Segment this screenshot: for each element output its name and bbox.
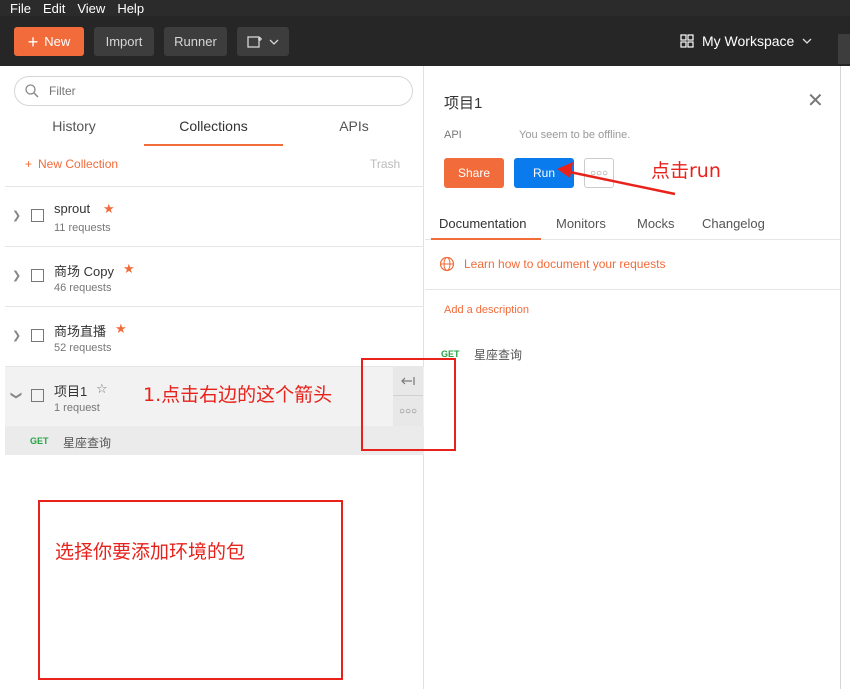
offline-status: You seem to be offline. xyxy=(519,129,631,141)
tab-documentation[interactable]: Documentation xyxy=(439,216,526,231)
divider xyxy=(425,289,840,290)
workspace-label: My Workspace xyxy=(702,33,795,49)
request-method: GET xyxy=(30,436,49,446)
plus-icon: + xyxy=(27,31,39,52)
new-collection-link[interactable]: + New Collection xyxy=(25,157,118,171)
request-name: 星座查询 xyxy=(63,436,112,450)
window-plus-icon xyxy=(247,35,262,48)
star-icon[interactable]: ★ xyxy=(103,201,115,217)
collection-name: sprout xyxy=(54,201,91,216)
search-input[interactable] xyxy=(49,84,349,98)
add-description-link[interactable]: Add a description xyxy=(444,304,529,316)
toolbar-overflow xyxy=(838,34,850,64)
tab-apis[interactable]: APIs xyxy=(305,118,403,146)
menu-file[interactable]: File xyxy=(10,1,31,16)
star-icon[interactable]: ★ xyxy=(115,321,127,337)
new-button[interactable]: + New xyxy=(14,27,84,56)
collection-count: 11 requests xyxy=(54,222,111,234)
grid-icon xyxy=(680,34,694,48)
folder-icon xyxy=(31,329,44,342)
panel-tabs: Documentation Monitors Mocks Changelog xyxy=(425,210,840,240)
folder-icon xyxy=(31,209,44,222)
sidebar-tabs: History Collections APIs xyxy=(5,118,424,146)
collection-item[interactable]: ❯ 商场 Copy ★ 46 requests xyxy=(5,246,424,306)
menu-bar: File Edit View Help xyxy=(0,0,850,16)
learn-docs-link[interactable]: Learn how to document your requests xyxy=(439,256,665,272)
chevron-right-icon[interactable]: ❯ xyxy=(12,209,21,222)
chevron-right-icon[interactable]: ❯ xyxy=(12,269,21,282)
plus-icon: + xyxy=(25,157,33,171)
annotation-click-arrow: 1.点击右边的这个箭头 xyxy=(143,384,333,406)
new-window-button[interactable] xyxy=(237,27,289,56)
star-outline-icon[interactable]: ☆ xyxy=(96,381,108,397)
window-edge xyxy=(840,66,850,689)
active-tab-indicator xyxy=(431,238,541,240)
collection-count: 52 requests xyxy=(54,342,112,354)
collection-name: 项目1 xyxy=(54,384,88,399)
collection-name: 商场直播 xyxy=(54,324,107,339)
collection-name: 商场 Copy xyxy=(54,264,114,279)
chevron-right-icon[interactable]: ❯ xyxy=(12,329,21,342)
share-button[interactable]: Share xyxy=(444,158,504,188)
import-button[interactable]: Import xyxy=(94,27,154,56)
learn-docs-label: Learn how to document your requests xyxy=(464,257,666,271)
tab-history[interactable]: History xyxy=(25,118,123,146)
tab-monitors[interactable]: Monitors xyxy=(556,216,606,231)
collection-count: 1 request xyxy=(54,402,100,414)
folder-icon xyxy=(31,389,44,402)
tab-collections[interactable]: Collections xyxy=(144,118,283,146)
search-box[interactable] xyxy=(14,76,413,106)
menu-help[interactable]: Help xyxy=(117,1,144,16)
panel-title: 项目1 xyxy=(444,95,483,112)
collection-item[interactable]: ❯ 商场直播 ★ 52 requests xyxy=(5,306,424,366)
api-label: API xyxy=(444,129,462,141)
annotation-arrow-icon xyxy=(557,162,676,196)
annotation-box-arrow xyxy=(361,358,456,451)
menu-edit[interactable]: Edit xyxy=(43,1,65,16)
collection-item[interactable]: ❯ sprout ★ 11 requests xyxy=(5,186,424,246)
chevron-down-icon xyxy=(802,38,812,44)
chevron-down-icon xyxy=(269,39,279,45)
annotation-choose-package: 选择你要添加环境的包 xyxy=(55,541,246,563)
folder-icon xyxy=(31,269,44,282)
globe-icon xyxy=(439,256,455,272)
new-collection-label: New Collection xyxy=(38,157,119,171)
star-icon[interactable]: ★ xyxy=(123,261,135,277)
menu-view[interactable]: View xyxy=(77,1,105,16)
annotation-box-package xyxy=(38,500,343,680)
request-name[interactable]: 星座查询 xyxy=(474,346,522,363)
chevron-down-icon[interactable]: ❯ xyxy=(10,391,23,400)
workspace-selector[interactable]: My Workspace xyxy=(680,32,812,50)
header-toolbar: + New Import Runner My Workspace xyxy=(0,16,850,66)
trash-link[interactable]: Trash xyxy=(370,157,400,171)
close-icon[interactable]: ✕ xyxy=(807,88,824,113)
tab-changelog[interactable]: Changelog xyxy=(702,216,765,231)
collection-count: 46 requests xyxy=(54,282,112,294)
runner-button[interactable]: Runner xyxy=(164,27,227,56)
new-button-label: New xyxy=(44,34,71,49)
tab-mocks[interactable]: Mocks xyxy=(637,216,675,231)
search-icon xyxy=(25,84,39,98)
